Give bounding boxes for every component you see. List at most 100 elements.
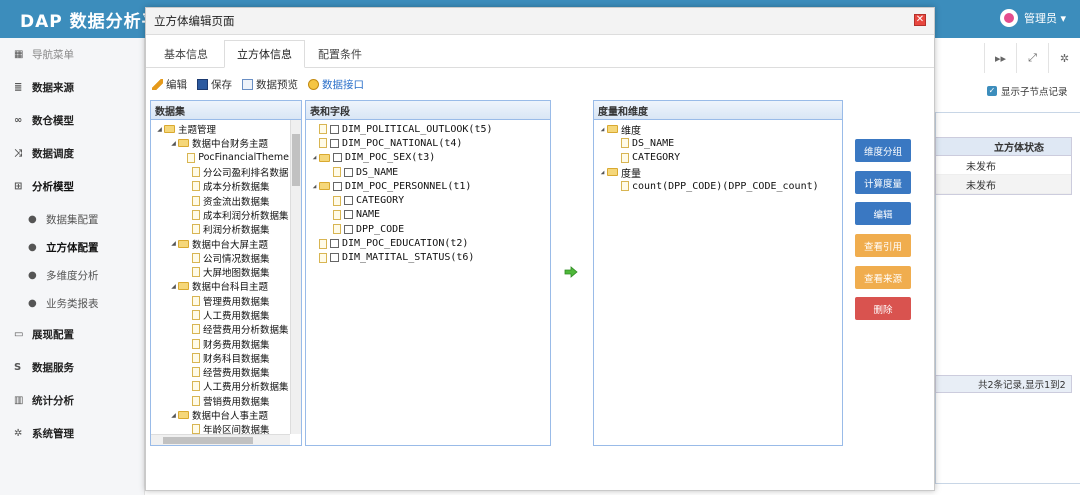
sidebar-item-system-admin[interactable]: ✲ 系统管理 <box>0 417 145 450</box>
tree-node[interactable]: DS_NAME <box>306 165 550 179</box>
tree-node[interactable]: 分公司盈利排名数据 <box>151 165 289 179</box>
tree-checkbox[interactable] <box>344 224 353 234</box>
forward-icon[interactable]: ▸▸ <box>984 43 1016 73</box>
tab-config-conditions[interactable]: 配置条件 <box>306 40 374 68</box>
sidebar-item-data-schedule[interactable]: ⤨ 数据调度 <box>0 137 145 170</box>
tree-node[interactable]: ◢ 数据中台科目主题 <box>151 279 289 293</box>
show-child-records[interactable]: ✓ 显示子节点记录 <box>987 84 1068 98</box>
scrollbar-thumb[interactable] <box>292 134 300 186</box>
tree-node[interactable]: 人工费用分析数据集 <box>151 379 289 393</box>
close-icon[interactable]: ✕ <box>914 14 926 26</box>
tree-node[interactable]: DIM_POC_EDUCATION(t2) <box>306 236 550 250</box>
expand-toggle-icon[interactable]: ◢ <box>155 126 164 133</box>
tree-node[interactable]: ◢ 数据中台财务主题 <box>151 136 289 150</box>
tree-node[interactable]: ◢ DIM_POC_SEX(t3) <box>306 151 550 165</box>
tree-node-label: 成本利润分析数据集 <box>203 210 289 222</box>
dimension-group-button[interactable]: 维度分组 <box>855 139 911 162</box>
table-row[interactable]: 未发布 <box>936 156 1071 175</box>
tree-checkbox[interactable] <box>333 153 342 163</box>
tree-node[interactable]: DPP_CODE <box>306 222 550 236</box>
horizontal-scrollbar[interactable] <box>151 434 290 445</box>
tree-node[interactable]: 管理费用数据集 <box>151 294 289 308</box>
sidebar-item-data-source[interactable]: ≣ 数据来源 <box>0 71 145 104</box>
scrollbar-thumb[interactable] <box>163 437 253 444</box>
tab-basic-info[interactable]: 基本信息 <box>152 40 220 68</box>
tree-node[interactable]: 人工费用数据集 <box>151 308 289 322</box>
tree-node[interactable]: 公司情况数据集 <box>151 251 289 265</box>
tree-node[interactable]: ◢ DIM_POC_PERSONNEL(t1) <box>306 179 550 193</box>
save-button[interactable]: 保存 <box>197 77 232 92</box>
tree-node[interactable]: 经营费用分析数据集 <box>151 322 289 336</box>
tree-node[interactable]: 大屏地图数据集 <box>151 265 289 279</box>
expand-toggle-icon[interactable]: ◢ <box>169 140 178 147</box>
tree-node[interactable]: ◢ 主题管理 <box>151 122 289 136</box>
tree-checkbox[interactable] <box>330 124 339 134</box>
data-preview-button[interactable]: 数据预览 <box>242 77 298 92</box>
tree-checkbox[interactable] <box>330 253 339 263</box>
calc-measure-button[interactable]: 计算度量 <box>855 171 911 194</box>
sidebar-item-analysis-model[interactable]: ⊞ 分析模型 <box>0 170 145 203</box>
tree-node[interactable]: NAME <box>306 208 550 222</box>
tree-node[interactable]: 营销费用数据集 <box>151 394 289 408</box>
cube-table: 立方体状态 未发布 未发布 <box>935 137 1072 195</box>
file-icon <box>333 224 341 235</box>
tree-node[interactable]: CATEGORY <box>306 193 550 207</box>
tree-node-label: 度量 <box>621 168 641 180</box>
tree-checkbox[interactable] <box>333 181 342 191</box>
tree-checkbox[interactable] <box>344 196 353 206</box>
view-references-button[interactable]: 查看引用 <box>855 234 911 257</box>
tree-checkbox[interactable] <box>344 210 353 220</box>
tree-node[interactable]: DIM_POLITICAL_OUTLOOK(t5) <box>306 122 550 136</box>
tree-node[interactable]: DIM_POC_NATIONAL(t4) <box>306 136 550 150</box>
sidebar-item-business-reports[interactable]: ● 业务类报表 <box>0 287 145 320</box>
tree-checkbox[interactable] <box>330 239 339 249</box>
edit-button[interactable]: 编辑 <box>152 77 187 92</box>
file-icon <box>333 167 341 178</box>
folder-icon <box>319 153 330 162</box>
sidebar-item-data-service[interactable]: S 数据服务 <box>0 351 145 384</box>
tree-node[interactable]: ◢ 度量 <box>594 165 842 179</box>
tree-node[interactable]: ◢ 维度 <box>594 122 842 136</box>
expand-icon[interactable]: ⤢ <box>1016 43 1048 73</box>
expand-toggle-icon[interactable]: ◢ <box>169 283 178 290</box>
expand-toggle-icon[interactable]: ◢ <box>598 126 607 133</box>
tree-node[interactable]: ◢ 数据中台大屏主题 <box>151 236 289 251</box>
vertical-scrollbar[interactable] <box>290 120 301 434</box>
tree-node[interactable]: 经营费用数据集 <box>151 365 289 379</box>
tree-node[interactable]: PocFinancialTheme <box>151 151 289 165</box>
sidebar-item-statistics[interactable]: ▥ 统计分析 <box>0 384 145 417</box>
tree-checkbox[interactable] <box>330 138 339 148</box>
tree-node[interactable]: count(DPP_CODE)(DPP_CODE_count) <box>594 179 842 193</box>
tree-node-label: DIM_POLITICAL_OUTLOOK(t5) <box>342 123 493 135</box>
tree-node[interactable]: 成本分析数据集 <box>151 179 289 193</box>
tree-node[interactable]: 成本利润分析数据集 <box>151 208 289 222</box>
data-interface-button[interactable]: 数据接口 <box>308 77 364 92</box>
table-row[interactable]: 未发布 <box>936 175 1071 194</box>
tree-node[interactable]: 利润分析数据集 <box>151 222 289 236</box>
expand-toggle-icon[interactable]: ◢ <box>169 412 178 419</box>
arrow-right-icon[interactable] <box>564 266 578 278</box>
tree-node[interactable]: 财务费用数据集 <box>151 336 289 351</box>
expand-toggle-icon[interactable]: ◢ <box>598 169 607 176</box>
tree-node[interactable]: ◢ 数据中台人事主题 <box>151 408 289 422</box>
tree-node-label: 人工费用分析数据集 <box>203 382 289 394</box>
tree-node[interactable]: DS_NAME <box>594 136 842 150</box>
expand-toggle-icon[interactable]: ◢ <box>169 240 178 247</box>
user-menu[interactable]: 管理员 ▾ <box>999 9 1066 27</box>
expand-toggle-icon[interactable]: ◢ <box>310 183 319 190</box>
tree-node[interactable]: DIM_MATITAL_STATUS(t6) <box>306 251 550 265</box>
expand-toggle-icon[interactable]: ◢ <box>310 154 319 161</box>
tree-node[interactable]: 资金流出数据集 <box>151 193 289 208</box>
delete-button[interactable]: 删除 <box>855 297 911 320</box>
edit-measure-button[interactable]: 编辑 <box>855 202 911 225</box>
sidebar-item-display-config[interactable]: ▭ 展现配置 <box>0 318 145 351</box>
sidebar-item-warehouse-model[interactable]: ∞ 数仓模型 <box>0 104 145 137</box>
view-source-button[interactable]: 查看来源 <box>855 266 911 289</box>
checkbox-checked-icon[interactable]: ✓ <box>987 86 997 96</box>
gear-icon[interactable]: ✲ <box>1048 43 1080 73</box>
tree-checkbox[interactable] <box>344 167 353 177</box>
tree-node[interactable]: CATEGORY <box>594 151 842 165</box>
tab-cube-info[interactable]: 立方体信息 <box>224 40 305 68</box>
file-icon <box>192 381 200 392</box>
tree-node[interactable]: 财务科目数据集 <box>151 351 289 365</box>
